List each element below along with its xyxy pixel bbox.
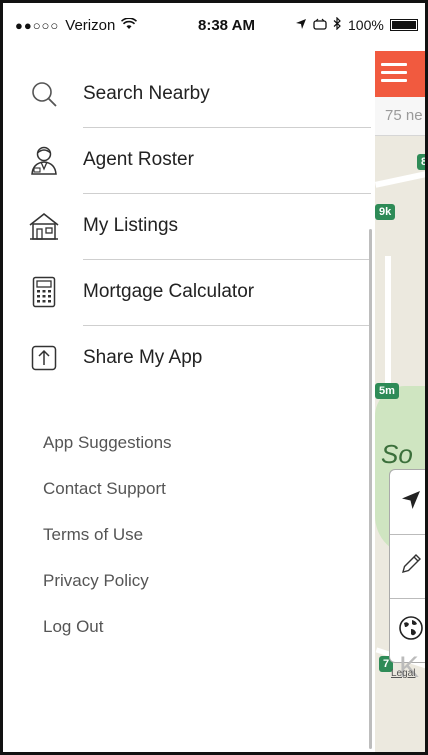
map-search-bar[interactable]: 75 ne bbox=[375, 97, 425, 136]
share-icon bbox=[27, 341, 61, 375]
menu-link-terms-of-use[interactable]: Terms of Use bbox=[43, 525, 143, 545]
status-bar: ●●○○○ Verizon 8:38 AM 100% bbox=[3, 3, 425, 51]
clock-time: 8:38 AM bbox=[198, 17, 255, 34]
map-road bbox=[385, 256, 391, 396]
map-road bbox=[375, 170, 425, 188]
search-icon bbox=[27, 77, 61, 111]
hamburger-menu-icon[interactable] bbox=[381, 63, 407, 83]
listing-pin[interactable]: 9k bbox=[375, 204, 396, 220]
wifi-icon bbox=[121, 17, 138, 34]
menu-scrollbar[interactable] bbox=[369, 229, 372, 749]
signal-strength: ●●○○○ bbox=[15, 18, 60, 33]
menu-item-agent-roster[interactable]: Agent Roster bbox=[3, 127, 371, 193]
battery-icon bbox=[389, 19, 418, 31]
carrier-info: ●●○○○ Verizon bbox=[15, 17, 138, 34]
menu-link-privacy-policy[interactable]: Privacy Policy bbox=[43, 571, 149, 591]
pencil-icon bbox=[399, 552, 423, 581]
menu-item-share-my-app[interactable]: Share My App bbox=[3, 325, 371, 391]
calculator-icon bbox=[27, 275, 61, 309]
menu-item-label: My Listings bbox=[83, 215, 179, 236]
draw-area-button[interactable] bbox=[390, 534, 425, 599]
menu-link-contact-support[interactable]: Contact Support bbox=[43, 479, 166, 499]
menu-link-app-suggestions[interactable]: App Suggestions bbox=[43, 433, 172, 453]
map-tools bbox=[389, 469, 425, 663]
battery-percent: 100% bbox=[348, 17, 384, 33]
map-legal-link[interactable]: Legal bbox=[391, 668, 415, 679]
location-arrow-icon bbox=[295, 17, 307, 33]
status-icons: 100% bbox=[295, 16, 418, 33]
globe-icon bbox=[398, 615, 424, 646]
menu-item-label: Search Nearby bbox=[83, 83, 210, 104]
map-area-label: So bbox=[381, 439, 413, 469]
map-view[interactable]: 75 ne So 8 9k 5m 5 7 bbox=[375, 51, 425, 752]
menu-item-label: Mortgage Calculator bbox=[83, 281, 255, 302]
listing-pin[interactable]: 8 bbox=[417, 154, 425, 170]
app-header bbox=[375, 51, 425, 97]
menu-item-label: Agent Roster bbox=[83, 149, 194, 170]
menu-item-mortgage-calculator[interactable]: Mortgage Calculator bbox=[3, 259, 371, 325]
phone-screen: ●●○○○ Verizon 8:38 AM 100% Search Nearby… bbox=[0, 0, 428, 755]
navigation-arrow-icon bbox=[400, 489, 422, 516]
locate-me-button[interactable] bbox=[390, 470, 425, 535]
menu-link-log-out[interactable]: Log Out bbox=[43, 617, 104, 637]
menu-item-label: Share My App bbox=[83, 347, 203, 368]
carrier-name: Verizon bbox=[65, 17, 116, 34]
menu-item-my-listings[interactable]: My Listings bbox=[3, 193, 371, 259]
alarm-icon bbox=[313, 17, 327, 33]
map-search-text: 75 ne bbox=[385, 107, 423, 124]
house-icon bbox=[27, 209, 61, 243]
agent-icon bbox=[27, 143, 61, 177]
menu-item-search-nearby[interactable]: Search Nearby bbox=[3, 61, 371, 127]
listing-pin[interactable]: 5m bbox=[375, 383, 399, 399]
side-menu: Search Nearby Agent Roster My Listings M… bbox=[3, 51, 371, 752]
bluetooth-icon bbox=[333, 16, 342, 33]
